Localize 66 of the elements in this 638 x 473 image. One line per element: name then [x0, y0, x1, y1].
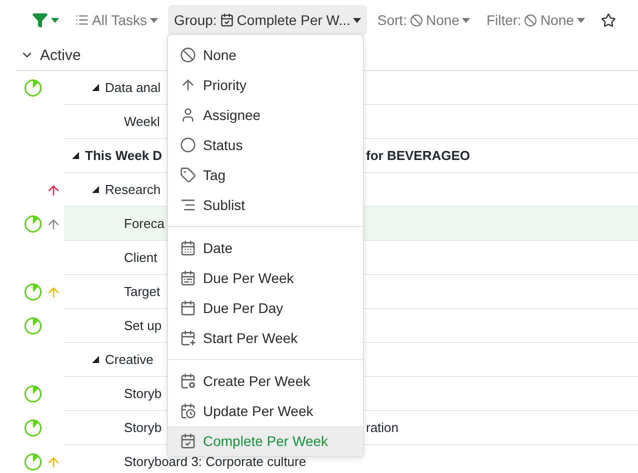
tag-icon — [180, 167, 196, 183]
caret-icon — [150, 18, 158, 22]
caret-icon — [462, 18, 470, 22]
progress-circle-icon[interactable] — [24, 453, 42, 471]
menu-item[interactable]: Due Per Week — [168, 263, 363, 293]
calendar-icon — [180, 240, 196, 256]
menu-item[interactable]: Start Per Week — [168, 323, 363, 353]
task-title: Storyb — [124, 420, 162, 434]
filter-dropdown[interactable]: Filter: None — [480, 5, 591, 35]
menu-item[interactable]: Date — [168, 233, 363, 263]
star-icon — [600, 12, 616, 28]
task-title: Creative — [105, 352, 154, 366]
list-icon — [75, 13, 89, 27]
progress-circle-icon[interactable] — [24, 419, 42, 437]
task-title: This Week D — [85, 148, 162, 162]
expand-triangle-icon[interactable] — [92, 84, 99, 91]
caret-icon — [576, 18, 585, 22]
menu-item[interactable]: Status — [168, 130, 363, 160]
calendar-icon — [180, 270, 196, 286]
view-dropdown[interactable]: All Tasks — [69, 5, 164, 35]
sort-dropdown[interactable]: Sort: None — [371, 5, 476, 35]
task-title: for BEVERAGEO — [366, 148, 470, 162]
menu-item[interactable]: Create Per Week — [168, 366, 363, 396]
progress-circle-icon[interactable] — [24, 317, 42, 335]
task-title: Research — [105, 182, 161, 196]
menu-item[interactable]: Tag — [168, 160, 363, 190]
menu-item[interactable]: None — [168, 40, 363, 70]
calendar-icon — [180, 403, 196, 419]
person-icon — [180, 107, 196, 123]
task-title: ration — [366, 420, 399, 434]
ban-icon — [180, 47, 196, 63]
lines-icon — [180, 197, 196, 213]
section-title: Active — [40, 46, 81, 64]
calendar-check-icon — [180, 433, 196, 449]
arrow-up-icon — [180, 77, 196, 93]
calendar-icon — [180, 373, 196, 389]
menu-item[interactable]: Priority — [168, 70, 363, 100]
task-title: Target — [124, 284, 160, 298]
task-title: Storyboard 3: Corporate culture — [124, 454, 306, 468]
menu-item[interactable]: Sublist — [168, 190, 363, 220]
menu-item[interactable]: Assignee — [168, 100, 363, 130]
progress-circle-icon[interactable] — [24, 215, 42, 233]
caret-icon — [51, 18, 59, 22]
filter-icon — [32, 12, 48, 28]
calendar-icon — [180, 300, 196, 316]
task-title: Foreca — [124, 216, 164, 230]
progress-circle-icon[interactable] — [24, 79, 42, 97]
calendar-icon — [180, 330, 196, 346]
task-title: Client — [124, 250, 158, 264]
calendar-check-icon — [220, 13, 234, 27]
task-title: Data anal — [105, 80, 161, 94]
progress-circle-icon[interactable] — [24, 385, 42, 403]
caret-icon — [353, 18, 362, 22]
menu-item[interactable]: Update Per Week — [168, 396, 363, 426]
task-title: Storyb — [124, 386, 162, 400]
expand-triangle-icon[interactable] — [72, 152, 79, 159]
menu-item[interactable]: Due Per Day — [168, 293, 363, 323]
task-title: Set up — [124, 318, 162, 332]
group-dropdown[interactable]: Group: Complete Per W... — [168, 5, 368, 35]
ban-icon — [524, 14, 538, 26]
circle-icon — [180, 137, 196, 153]
progress-circle-icon[interactable] — [24, 283, 42, 301]
expand-triangle-icon[interactable] — [92, 356, 99, 363]
expand-triangle-icon[interactable] — [92, 186, 99, 193]
task-title: Weekl — [124, 114, 160, 128]
ban-icon — [410, 14, 423, 26]
